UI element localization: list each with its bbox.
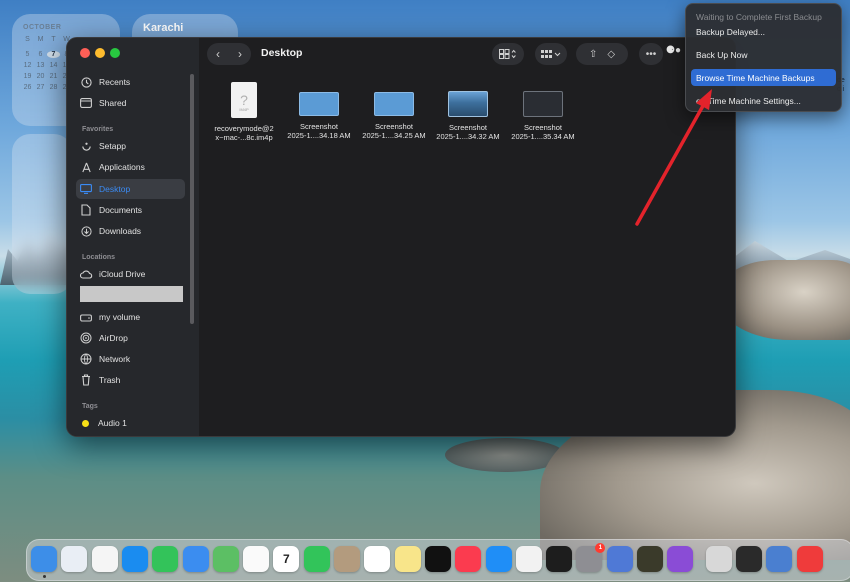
terminal-icon[interactable] — [735, 546, 762, 572]
calendar-icon[interactable]: 7 — [273, 546, 300, 572]
photos-icon[interactable] — [243, 546, 270, 572]
mail-icon[interactable] — [182, 546, 209, 572]
opera-icon[interactable] — [546, 546, 573, 572]
chrome-icon[interactable] — [515, 546, 542, 572]
maps-icon[interactable] — [212, 546, 239, 572]
messages-icon[interactable] — [152, 546, 179, 572]
safari-icon[interactable] — [121, 546, 148, 572]
facetime-icon[interactable] — [303, 546, 330, 572]
disk-utility-icon[interactable] — [705, 546, 732, 572]
system-settings-icon[interactable]: 1 — [576, 543, 606, 572]
contacts-icon[interactable] — [334, 546, 360, 572]
launchpad-icon[interactable] — [61, 546, 88, 572]
annotation-arrow — [635, 89, 712, 226]
backup-disk-icon[interactable] — [766, 546, 793, 572]
podcast-app-icon[interactable] — [667, 546, 694, 572]
apple-tv-icon[interactable] — [424, 546, 451, 572]
notes-icon[interactable] — [394, 546, 421, 572]
radar-app-icon[interactable] — [637, 546, 663, 572]
app-store-icon[interactable] — [485, 546, 512, 572]
running-indicator — [43, 575, 46, 578]
music-icon[interactable] — [455, 546, 482, 572]
freeform-icon[interactable] — [91, 546, 118, 572]
phone-mirroring-icon[interactable] — [606, 546, 633, 572]
reminders-icon[interactable] — [364, 546, 391, 572]
finder-icon[interactable] — [31, 546, 57, 572]
anydesk-icon[interactable] — [796, 546, 823, 572]
